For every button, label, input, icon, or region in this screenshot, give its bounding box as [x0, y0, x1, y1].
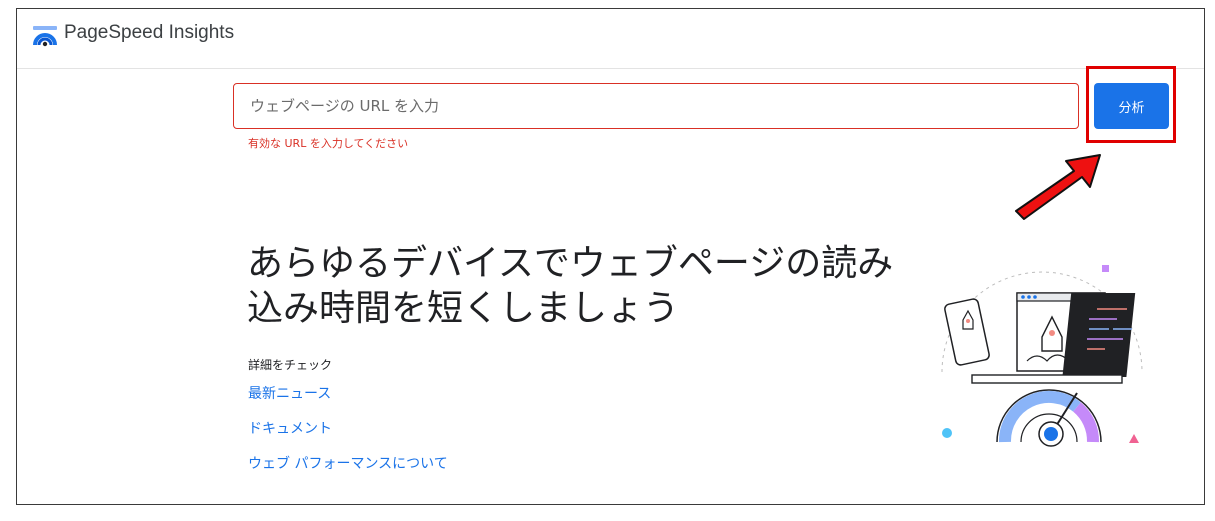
- link-latest-news[interactable]: 最新ニュース: [248, 383, 331, 403]
- link-web-performance[interactable]: ウェブ パフォーマンスについて: [248, 453, 448, 473]
- hero-headline-line1: あらゆるデバイスでウェブページの読み: [247, 243, 894, 284]
- pagespeed-gauge-icon[interactable]: [32, 25, 58, 47]
- url-error-message: 有効な URL を入力してください: [248, 137, 409, 150]
- hero-headline: あらゆるデバイスでウェブページの読み 込み時間を短くしましょう: [247, 241, 927, 331]
- url-input[interactable]: [233, 83, 1079, 129]
- analyze-button[interactable]: 分析: [1094, 83, 1169, 129]
- link-documentation[interactable]: ドキュメント: [248, 418, 332, 438]
- red-arrow-icon: [1015, 154, 1101, 220]
- device-speed-illustration: [941, 265, 1143, 447]
- top-bar: PageSpeed Insights: [17, 9, 1204, 69]
- app-window: PageSpeed Insights 有効な URL を入力してください 分析 …: [16, 8, 1205, 505]
- brand-title[interactable]: PageSpeed Insights: [64, 22, 234, 44]
- hero-headline-line2: 込み時間を短くしましょう: [247, 288, 680, 329]
- learn-more-label: 詳細をチェック: [248, 358, 333, 372]
